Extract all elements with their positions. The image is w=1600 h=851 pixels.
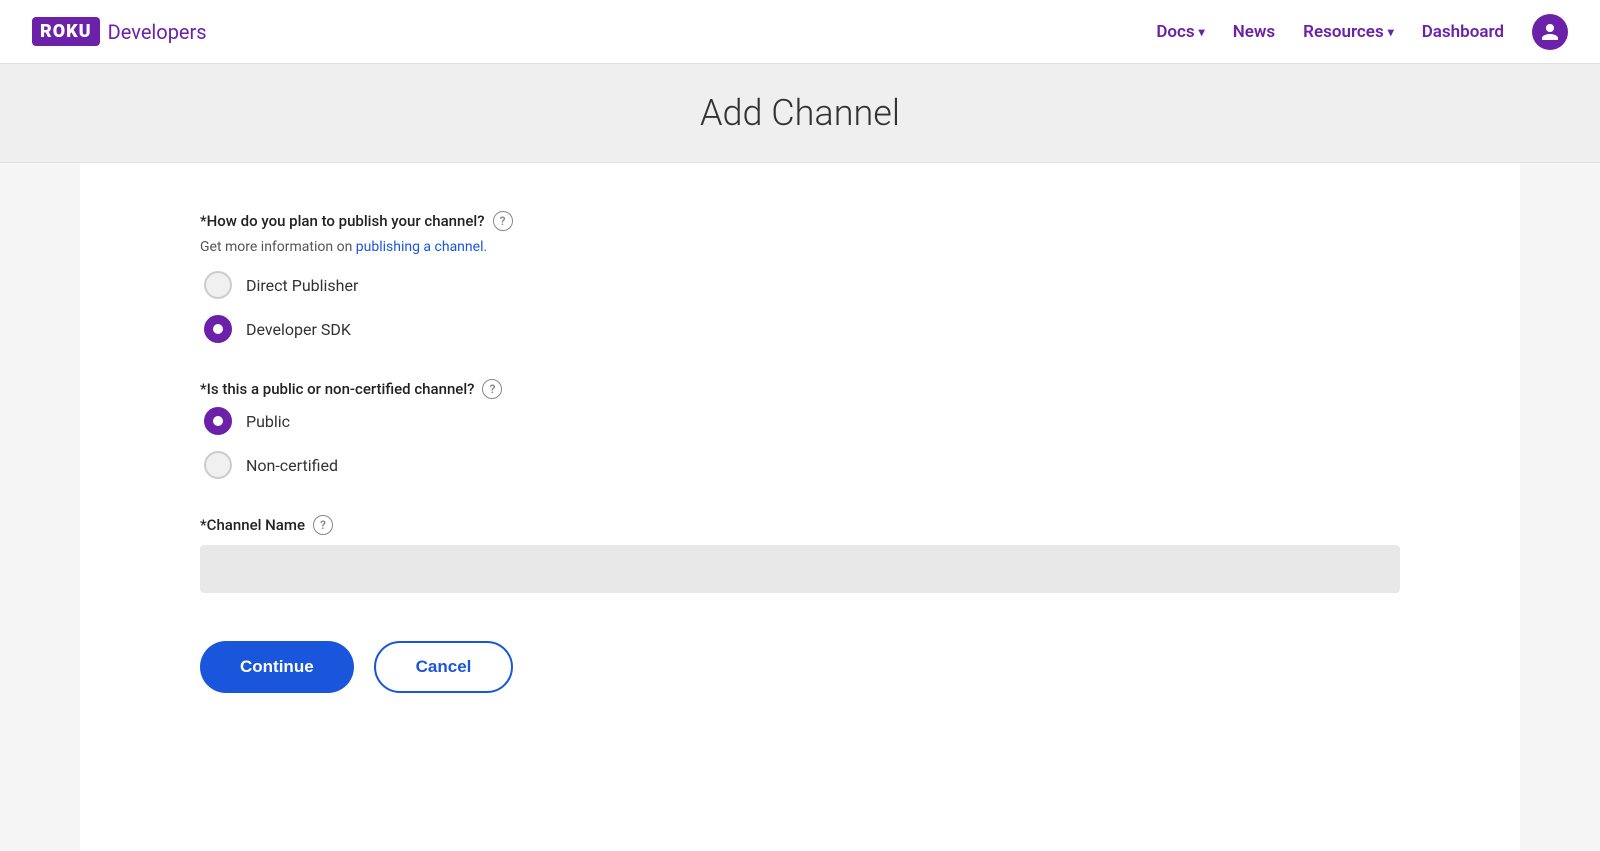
page-header: Add Channel [0,64,1600,163]
channel-type-help-icon[interactable]: ? [482,379,502,399]
radio-public[interactable] [204,407,232,435]
publish-info-text: Get more information on publishing a cha… [200,239,1400,255]
continue-button[interactable]: Continue [200,641,354,693]
radio-option-non-certified[interactable]: Non-certified [204,451,1400,479]
radio-option-developer-sdk[interactable]: Developer SDK [204,315,1400,343]
channel-name-label: *Channel Name ? [200,515,1400,535]
page-title: Add Channel [0,92,1600,134]
form-actions: Continue Cancel [200,641,1400,693]
channel-name-input[interactable] [200,545,1400,593]
channel-name-section: *Channel Name ? [200,515,1400,593]
navbar: ROKU Developers Docs ▾ News Resources ▾ … [0,0,1600,64]
developers-label: Developers [108,20,207,44]
publish-method-radio-group: Direct Publisher Developer SDK [204,271,1400,343]
person-icon [1540,22,1560,42]
radio-developer-sdk[interactable] [204,315,232,343]
nav-resources[interactable]: Resources ▾ [1303,22,1394,42]
radio-direct-publisher[interactable] [204,271,232,299]
publish-method-section: *How do you plan to publish your channel… [200,211,1400,343]
publishing-link[interactable]: publishing a channel. [356,239,487,255]
publish-help-icon[interactable]: ? [493,211,513,231]
non-certified-label: Non-certified [246,456,338,475]
public-label: Public [246,412,290,431]
direct-publisher-label: Direct Publisher [246,276,358,295]
channel-type-radio-group: Public Non-certified [204,407,1400,479]
developer-sdk-label: Developer SDK [246,320,351,339]
cancel-button[interactable]: Cancel [374,641,514,693]
resources-chevron-icon: ▾ [1388,25,1394,39]
publish-question-label: *How do you plan to publish your channel… [200,211,1400,231]
radio-option-direct-publisher[interactable]: Direct Publisher [204,271,1400,299]
docs-chevron-icon: ▾ [1199,25,1205,39]
channel-type-section: *Is this a public or non-certified chann… [200,379,1400,479]
radio-option-public[interactable]: Public [204,407,1400,435]
navbar-right: Docs ▾ News Resources ▾ Dashboard [1156,14,1568,50]
user-avatar[interactable] [1532,14,1568,50]
roku-logo-box[interactable]: ROKU [32,17,100,46]
channel-type-question-label: *Is this a public or non-certified chann… [200,379,1400,399]
navbar-left: ROKU Developers [32,17,207,46]
nav-dashboard[interactable]: Dashboard [1422,22,1504,42]
channel-name-help-icon[interactable]: ? [313,515,333,535]
main-content: *How do you plan to publish your channel… [80,163,1520,851]
nav-news[interactable]: News [1233,22,1275,42]
nav-docs[interactable]: Docs ▾ [1156,22,1204,42]
roku-logo: ROKU Developers [32,17,207,46]
radio-non-certified[interactable] [204,451,232,479]
